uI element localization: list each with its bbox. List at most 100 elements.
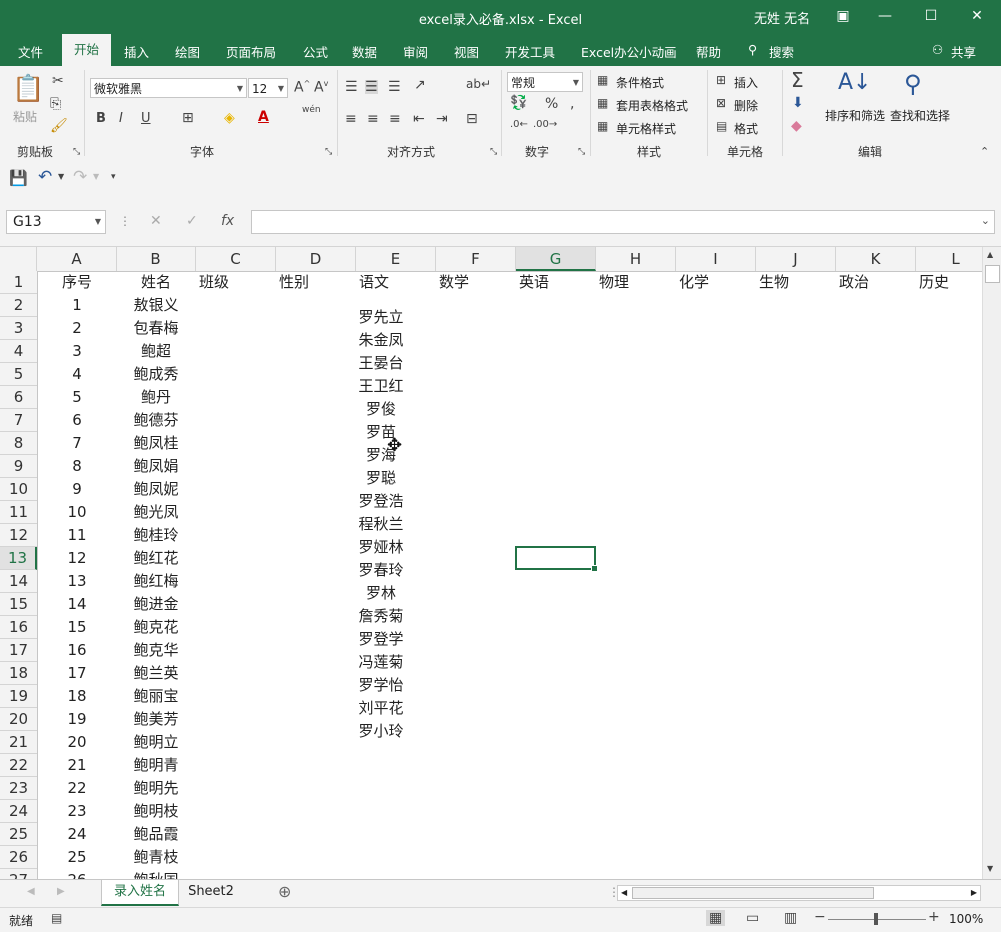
- header-cell[interactable]: 性别: [279, 271, 356, 294]
- scroll-up-icon[interactable]: ▲: [987, 251, 993, 259]
- serial-cell[interactable]: 4: [37, 363, 117, 386]
- chinese-score-cell[interactable]: 罗先立: [341, 306, 421, 329]
- share-icon[interactable]: ⚇: [932, 42, 943, 57]
- delete-cells-icon[interactable]: ⊠: [716, 97, 726, 109]
- column-header-b[interactable]: B: [116, 247, 196, 271]
- name-cell[interactable]: 鲍丹: [116, 386, 196, 409]
- cell-styles-icon[interactable]: ▦: [597, 120, 608, 132]
- name-cell[interactable]: 鲍凤娟: [116, 455, 196, 478]
- number-launcher-icon[interactable]: ⤡: [578, 148, 585, 157]
- name-cell[interactable]: 鲍进金: [116, 593, 196, 616]
- redo-icon[interactable]: ↷: [73, 169, 87, 186]
- chinese-score-cell[interactable]: 朱金凤: [341, 329, 421, 352]
- header-cell[interactable]: 语文: [359, 271, 436, 294]
- chinese-score-cell[interactable]: 罗林: [341, 582, 421, 605]
- row-header-9[interactable]: 9: [0, 455, 37, 478]
- wrap-text-icon[interactable]: ab↵: [466, 78, 491, 90]
- name-cell[interactable]: 鲍明青: [116, 754, 196, 777]
- row-header-14[interactable]: 14: [0, 570, 37, 593]
- sort-filter-button[interactable]: 排序和筛选: [825, 107, 885, 124]
- column-header-j[interactable]: J: [756, 247, 836, 271]
- chinese-score-cell[interactable]: 罗春玲: [341, 559, 421, 582]
- orientation-icon[interactable]: ↗: [414, 78, 426, 92]
- chinese-score-cell[interactable]: 詹秀菊: [341, 605, 421, 628]
- sort-filter-icon[interactable]: A↓: [838, 72, 871, 94]
- prev-sheet-icon[interactable]: ◀: [27, 887, 35, 897]
- row-header-1[interactable]: 1: [0, 271, 37, 294]
- zoom-level[interactable]: 100%: [949, 912, 983, 926]
- save-icon[interactable]: 💾: [9, 171, 28, 186]
- insert-function-icon[interactable]: fx: [221, 214, 234, 228]
- name-cell[interactable]: 鲍品霞: [116, 823, 196, 846]
- user-name[interactable]: 无姓 无名: [754, 8, 810, 27]
- name-cell[interactable]: 鲍凤妮: [116, 478, 196, 501]
- share-label[interactable]: 共享: [951, 42, 976, 61]
- name-cell[interactable]: 敖银义: [116, 294, 196, 317]
- fill-color-icon[interactable]: ◈: [224, 111, 235, 125]
- serial-cell[interactable]: 13: [37, 570, 117, 593]
- decrease-font-icon[interactable]: Av: [314, 80, 328, 95]
- conditional-format-icon[interactable]: ▦: [597, 74, 608, 86]
- chinese-score-cell[interactable]: 罗娅林: [341, 536, 421, 559]
- font-launcher-icon[interactable]: ⤡: [325, 148, 332, 157]
- chinese-score-cell[interactable]: 罗登浩: [341, 490, 421, 513]
- serial-cell[interactable]: 22: [37, 777, 117, 800]
- italic-button[interactable]: I: [119, 112, 123, 125]
- align-center-icon[interactable]: ≡: [367, 112, 379, 126]
- spreadsheet-grid[interactable]: ABCDEFGHIJKL 1 2 3 4 5 6 7 8 9 10 11 12 13 14 15 16 17 18…: [0, 247, 982, 879]
- row-header-25[interactable]: 25: [0, 823, 37, 846]
- chinese-score-cell[interactable]: 王晏台: [341, 352, 421, 375]
- tab-file[interactable]: 文件: [18, 42, 43, 61]
- row-header-6[interactable]: 6: [0, 386, 37, 409]
- column-header-g[interactable]: G: [516, 247, 596, 271]
- search-label[interactable]: 搜索: [769, 42, 794, 61]
- horizontal-scroll-thumb[interactable]: [632, 887, 874, 899]
- zoom-in-icon[interactable]: +: [928, 910, 940, 924]
- currency-icon[interactable]: 💱: [510, 96, 527, 110]
- name-cell[interactable]: 鲍桂玲: [116, 524, 196, 547]
- alignment-launcher-icon[interactable]: ⤡: [490, 148, 497, 157]
- scroll-down-icon[interactable]: ▼: [987, 865, 993, 873]
- number-format-combo[interactable]: 常规 ▼: [507, 72, 583, 92]
- vertical-scroll-thumb[interactable]: [985, 265, 1000, 283]
- format-table-icon[interactable]: ▦: [597, 97, 608, 109]
- active-cell-selection[interactable]: [515, 546, 598, 572]
- row-header-3[interactable]: 3: [0, 317, 37, 340]
- tab-page-layout[interactable]: 页面布局: [226, 42, 276, 61]
- format-painter-icon[interactable]: 🖌: [50, 119, 68, 133]
- name-cell[interactable]: 鲍明先: [116, 777, 196, 800]
- serial-cell[interactable]: 3: [37, 340, 117, 363]
- column-header-d[interactable]: D: [276, 247, 356, 271]
- header-cell[interactable]: 历史: [919, 271, 982, 294]
- column-header-a[interactable]: A: [37, 247, 117, 271]
- undo-icon[interactable]: ↶: [38, 169, 52, 186]
- bold-button[interactable]: B: [96, 112, 106, 125]
- column-header-l[interactable]: L: [916, 247, 982, 271]
- serial-cell[interactable]: 20: [37, 731, 117, 754]
- find-select-button[interactable]: 查找和选择: [890, 107, 950, 124]
- customize-qat-icon[interactable]: ▾: [111, 173, 116, 182]
- align-bottom-icon[interactable]: ☰: [388, 80, 401, 94]
- name-cell[interactable]: 鲍红花: [116, 547, 196, 570]
- tab-developer[interactable]: 开发工具: [505, 42, 555, 61]
- name-cell[interactable]: 鲍超: [116, 340, 196, 363]
- column-header-c[interactable]: C: [196, 247, 276, 271]
- cut-icon[interactable]: ✂: [52, 74, 64, 88]
- serial-cell[interactable]: 11: [37, 524, 117, 547]
- increase-indent-icon[interactable]: ⇥: [436, 112, 448, 126]
- serial-cell[interactable]: 7: [37, 432, 117, 455]
- name-cell[interactable]: 鲍明立: [116, 731, 196, 754]
- serial-cell[interactable]: 24: [37, 823, 117, 846]
- paste-label[interactable]: 粘贴: [13, 108, 37, 125]
- paste-icon[interactable]: 📋: [12, 76, 44, 102]
- column-header-k[interactable]: K: [836, 247, 916, 271]
- name-cell[interactable]: 鲍青枝: [116, 846, 196, 869]
- fill-handle[interactable]: [591, 565, 598, 572]
- name-cell[interactable]: 鲍光凤: [116, 501, 196, 524]
- row-header-19[interactable]: 19: [0, 685, 37, 708]
- serial-cell[interactable]: 1: [37, 294, 117, 317]
- serial-cell[interactable]: 8: [37, 455, 117, 478]
- serial-cell[interactable]: 15: [37, 616, 117, 639]
- conditional-format-button[interactable]: 条件格式: [616, 74, 664, 91]
- next-sheet-icon[interactable]: ▶: [57, 887, 65, 897]
